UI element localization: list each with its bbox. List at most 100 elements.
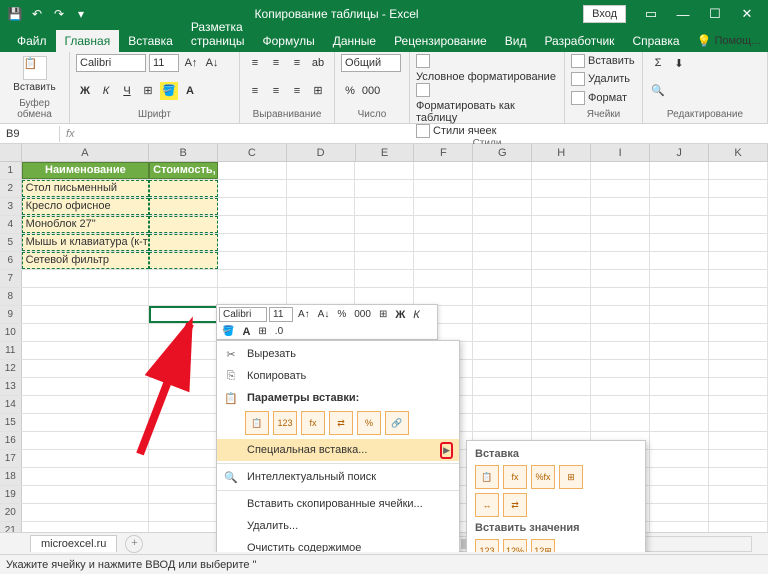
cell[interactable]	[22, 504, 150, 521]
row-header[interactable]: 6	[0, 252, 22, 269]
increase-font-icon[interactable]: A↑	[182, 54, 200, 72]
col-header[interactable]: H	[532, 144, 591, 161]
cell[interactable]	[287, 270, 356, 287]
cell[interactable]	[709, 504, 768, 521]
col-header[interactable]: E	[356, 144, 415, 161]
cell[interactable]	[650, 198, 709, 215]
cell[interactable]	[149, 486, 218, 503]
tab-review[interactable]: Рецензирование	[385, 30, 496, 52]
row-header[interactable]: 17	[0, 450, 22, 467]
cell[interactable]	[414, 270, 473, 287]
row-header[interactable]: 20	[0, 504, 22, 521]
cell[interactable]	[149, 270, 218, 287]
select-all-corner[interactable]	[0, 144, 22, 161]
cell[interactable]	[650, 252, 709, 269]
cell[interactable]	[218, 198, 287, 215]
col-header[interactable]: F	[414, 144, 473, 161]
cell[interactable]	[650, 450, 709, 467]
col-header[interactable]: G	[473, 144, 532, 161]
cell[interactable]	[591, 414, 650, 431]
font-color-icon[interactable]: A	[181, 82, 199, 100]
cell[interactable]	[650, 270, 709, 287]
row-header[interactable]: 3	[0, 198, 22, 215]
cell[interactable]	[709, 324, 768, 341]
sub-paste-formulas-fmt[interactable]: %fx	[531, 465, 555, 489]
paste-values-icon[interactable]: 123	[273, 411, 297, 435]
sub-values-fmt[interactable]: 12%	[503, 539, 527, 552]
cell[interactable]	[149, 360, 218, 377]
cell[interactable]	[414, 162, 473, 179]
cell[interactable]	[709, 234, 768, 251]
cell[interactable]	[287, 288, 356, 305]
cell[interactable]	[287, 216, 356, 233]
cell[interactable]	[22, 486, 150, 503]
cell[interactable]	[22, 378, 150, 395]
cell[interactable]	[709, 198, 768, 215]
cell[interactable]	[650, 432, 709, 449]
cell[interactable]	[709, 216, 768, 233]
find-icon[interactable]: 🔍	[649, 82, 667, 100]
sub-paste-keep-borders[interactable]: ⊞	[559, 465, 583, 489]
cell[interactable]	[591, 288, 650, 305]
cell[interactable]	[22, 396, 150, 413]
cell[interactable]	[709, 342, 768, 359]
cell[interactable]	[22, 468, 150, 485]
cell[interactable]	[22, 324, 150, 341]
cell[interactable]	[22, 414, 150, 431]
cell[interactable]	[650, 414, 709, 431]
tab-layout[interactable]: Разметка страницы	[182, 16, 254, 52]
cell[interactable]	[149, 504, 218, 521]
row-header[interactable]: 7	[0, 270, 22, 287]
cell[interactable]	[709, 486, 768, 503]
cell[interactable]	[532, 342, 591, 359]
row-header[interactable]: 4	[0, 216, 22, 233]
tab-file[interactable]: Файл	[8, 30, 56, 52]
cell[interactable]	[532, 306, 591, 323]
cell[interactable]	[650, 234, 709, 251]
cell[interactable]: Мышь и клавиатура (к-т)	[22, 234, 150, 251]
cell[interactable]	[355, 180, 414, 197]
cell[interactable]	[149, 180, 218, 197]
tab-insert[interactable]: Вставка	[119, 30, 182, 52]
cell[interactable]	[709, 288, 768, 305]
cell[interactable]	[355, 198, 414, 215]
cell[interactable]	[650, 180, 709, 197]
row-header[interactable]: 19	[0, 486, 22, 503]
font-name-input[interactable]	[76, 54, 146, 72]
sub-paste-all[interactable]: 📋	[475, 465, 499, 489]
cell[interactable]	[709, 306, 768, 323]
tab-view[interactable]: Вид	[496, 30, 536, 52]
row-header[interactable]: 9	[0, 306, 22, 323]
cell[interactable]	[473, 306, 532, 323]
col-header[interactable]: B	[149, 144, 218, 161]
cell[interactable]	[473, 180, 532, 197]
ctx-clear[interactable]: Очистить содержимое	[217, 537, 459, 552]
row-header[interactable]: 8	[0, 288, 22, 305]
cell[interactable]	[149, 216, 218, 233]
cell[interactable]	[22, 270, 150, 287]
bold-button[interactable]: Ж	[76, 82, 94, 100]
ctx-paste-special[interactable]: Специальная вставка...▶	[217, 439, 459, 461]
tab-data[interactable]: Данные	[324, 30, 385, 52]
fill-color-icon[interactable]: 🪣	[160, 82, 178, 100]
cell[interactable]	[473, 414, 532, 431]
maximize-icon[interactable]: ☐	[700, 6, 730, 22]
cell[interactable]	[355, 234, 414, 251]
cell[interactable]	[650, 360, 709, 377]
cell[interactable]	[591, 180, 650, 197]
italic-button[interactable]: К	[97, 82, 115, 100]
qat-dropdown-icon[interactable]: ▾	[72, 5, 90, 23]
sheet-tab[interactable]: microexcel.ru	[30, 535, 117, 552]
paste-all-icon[interactable]: 📋	[245, 411, 269, 435]
cell[interactable]	[532, 180, 591, 197]
cell[interactable]: Стоимость,	[149, 162, 218, 179]
row-header[interactable]: 1	[0, 162, 22, 179]
cell[interactable]	[650, 162, 709, 179]
cell[interactable]	[591, 198, 650, 215]
sub-values-src[interactable]: 12⊞	[531, 539, 555, 552]
cell[interactable]	[473, 342, 532, 359]
cell[interactable]	[473, 252, 532, 269]
cell[interactable]	[532, 270, 591, 287]
row-header[interactable]: 11	[0, 342, 22, 359]
cell[interactable]	[532, 324, 591, 341]
